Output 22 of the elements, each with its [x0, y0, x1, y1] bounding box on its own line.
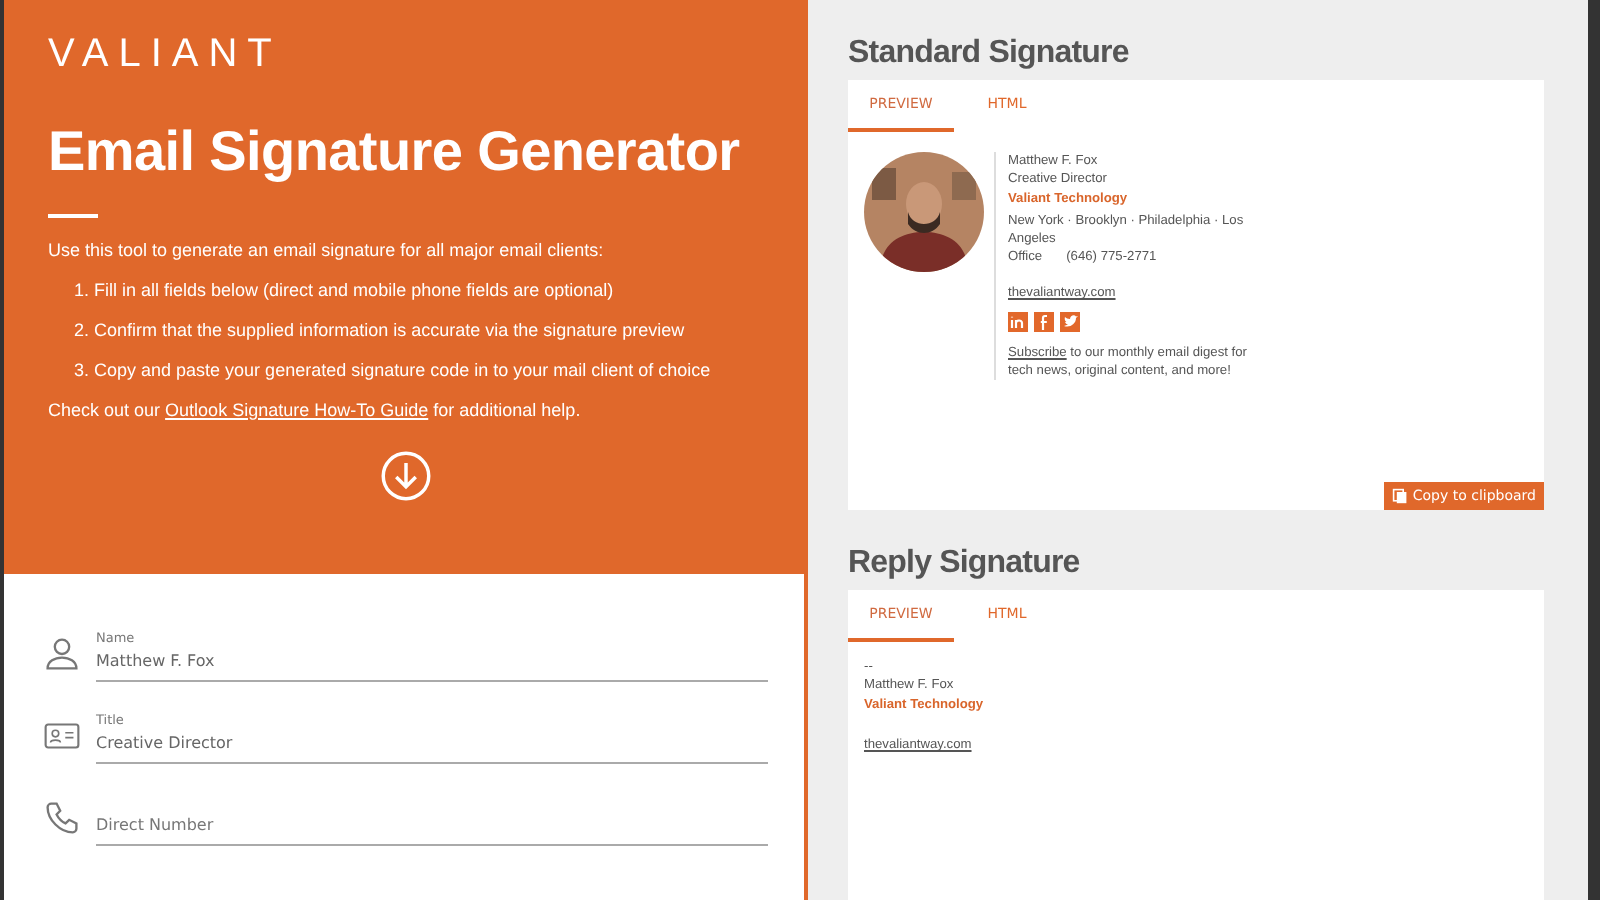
step-text: 3. Copy and paste your generated signature code in to your mail client of choice	[74, 357, 713, 384]
section-heading: Reply Signature	[848, 546, 1082, 582]
logo: VALIANT	[48, 32, 282, 78]
help-text: Check out our	[48, 399, 161, 420]
text-field[interactable]: Creative Director	[96, 728, 768, 764]
person-icon	[44, 636, 80, 672]
phone-icon	[44, 800, 80, 836]
copy-icon	[1392, 488, 1409, 504]
scroll-down-icon[interactable]	[380, 449, 432, 502]
linkedin-icon[interactable]	[1008, 312, 1028, 332]
number-field[interactable]: Direct Number	[96, 810, 768, 846]
intro-text: Use this tool to generate an email signature for all major email clients:	[48, 237, 606, 264]
id-card-icon	[44, 722, 80, 750]
text-field[interactable]: Matthew F. Fox	[96, 646, 768, 682]
help-text: for additional help.	[433, 399, 581, 420]
bird-icon[interactable]	[1060, 312, 1080, 332]
step-text: 2. Confirm that the supplied information is accurate via the signature preview	[74, 317, 687, 344]
page-title: Email Signature Generator	[48, 122, 742, 184]
section-heading: Standard Signature	[848, 36, 1131, 72]
step-text: 1. Fill in all fields below (direct and mobile phone fields are optional)	[74, 277, 616, 304]
guide-link[interactable]: Outlook Signature How-To Guide	[165, 399, 429, 420]
facebook-icon[interactable]	[1034, 312, 1054, 332]
